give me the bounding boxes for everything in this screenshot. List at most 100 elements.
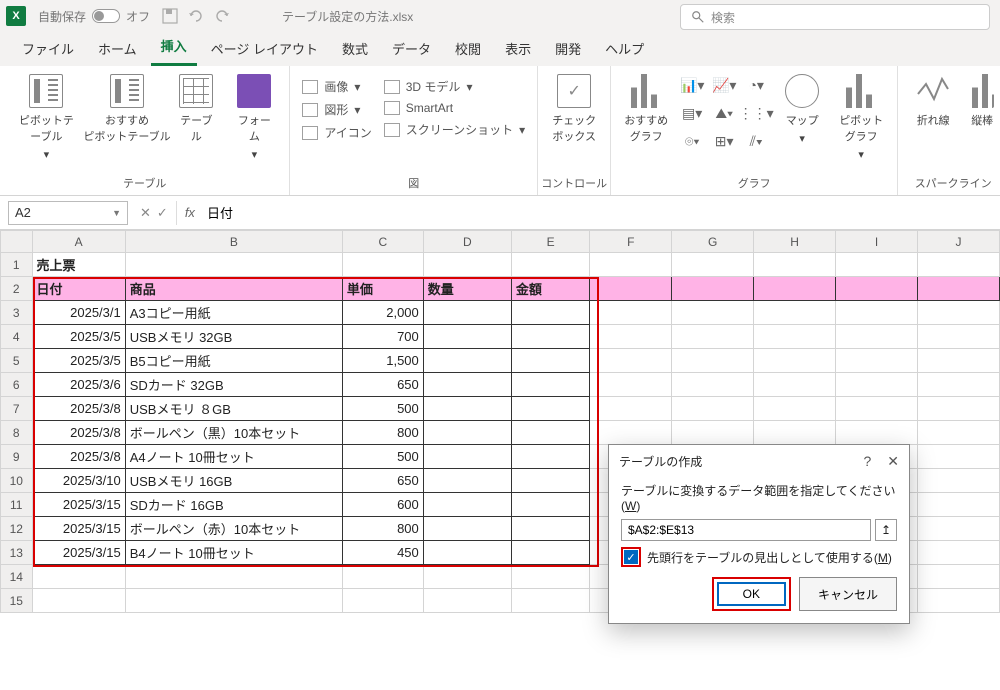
row-header-4[interactable]: 4 <box>1 325 33 349</box>
tab-ヘルプ[interactable]: ヘルプ <box>595 33 654 66</box>
recommended-pivot-button[interactable]: おすすめ ピボットテーブル <box>89 72 166 146</box>
cell-A10[interactable]: 2025/3/10 <box>32 469 125 493</box>
cell-H5[interactable] <box>754 349 836 373</box>
map-button[interactable]: マップ▾ <box>775 72 829 147</box>
cell-C12[interactable]: 800 <box>342 517 423 541</box>
cell-D4[interactable] <box>423 325 511 349</box>
cell-J9[interactable] <box>918 445 1000 469</box>
area-chart-icon[interactable]: ⛰▾ <box>709 100 739 126</box>
pivot-chart-button[interactable]: ピボットグラフ▾ <box>833 72 889 163</box>
cell-H7[interactable] <box>754 397 836 421</box>
cell-F3[interactable] <box>590 301 672 325</box>
tab-データ[interactable]: データ <box>382 33 441 66</box>
cell-E11[interactable] <box>511 493 589 517</box>
tab-表示[interactable]: 表示 <box>495 33 541 66</box>
cell-F8[interactable] <box>590 421 672 445</box>
cell-C5[interactable]: 1,500 <box>342 349 423 373</box>
cell-H6[interactable] <box>754 373 836 397</box>
cell-A2[interactable]: 日付 <box>32 277 125 301</box>
tab-校閲[interactable]: 校閲 <box>445 33 491 66</box>
cell-I1[interactable] <box>836 253 918 277</box>
cell-J6[interactable] <box>918 373 1000 397</box>
shapes-button[interactable]: 図形 ▾ <box>298 99 375 120</box>
cell-C14[interactable] <box>342 565 423 589</box>
cell-J2[interactable] <box>918 277 1000 301</box>
cell-A8[interactable]: 2025/3/8 <box>32 421 125 445</box>
cell-E13[interactable] <box>511 541 589 565</box>
cell-A13[interactable]: 2025/3/15 <box>32 541 125 565</box>
dialog-close-icon[interactable]: ✕ <box>887 453 899 470</box>
row-header-15[interactable]: 15 <box>1 589 33 613</box>
col-header-F[interactable]: F <box>590 231 672 253</box>
cell-B6[interactable]: SDカード 32GB <box>125 373 342 397</box>
cell-F1[interactable] <box>590 253 672 277</box>
cell-J13[interactable] <box>918 541 1000 565</box>
undo-icon[interactable] <box>188 8 204 24</box>
cell-G2[interactable] <box>672 277 754 301</box>
cell-D14[interactable] <box>423 565 511 589</box>
sparkline-column-button[interactable]: 縦棒 <box>964 72 1000 130</box>
cell-D5[interactable] <box>423 349 511 373</box>
bar-chart-icon[interactable]: ▤▾ <box>677 100 707 126</box>
cell-D8[interactable] <box>423 421 511 445</box>
cancel-button[interactable]: キャンセル <box>799 577 897 611</box>
cell-C7[interactable]: 500 <box>342 397 423 421</box>
cell-B15[interactable] <box>125 589 342 613</box>
col-header-G[interactable]: G <box>672 231 754 253</box>
cell-C6[interactable]: 650 <box>342 373 423 397</box>
cell-E6[interactable] <box>511 373 589 397</box>
tab-ページ レイアウト[interactable]: ページ レイアウト <box>201 33 328 66</box>
cell-B10[interactable]: USBメモリ 16GB <box>125 469 342 493</box>
cell-H8[interactable] <box>754 421 836 445</box>
header-row-checkbox-label[interactable]: 先頭行をテーブルの見出しとして使用する(M) <box>647 549 892 566</box>
cell-F4[interactable] <box>590 325 672 349</box>
cell-C4[interactable]: 700 <box>342 325 423 349</box>
cell-J1[interactable] <box>918 253 1000 277</box>
cell-B1[interactable] <box>125 253 342 277</box>
row-header-8[interactable]: 8 <box>1 421 33 445</box>
cell-I8[interactable] <box>836 421 918 445</box>
sparkline-line-button[interactable]: 折れ線 <box>906 72 960 130</box>
ok-button[interactable]: OK <box>717 582 786 606</box>
cell-A6[interactable]: 2025/3/6 <box>32 373 125 397</box>
cell-E8[interactable] <box>511 421 589 445</box>
header-row-checkbox[interactable]: ✓ <box>624 550 638 564</box>
cell-B8[interactable]: ボールペン（黒）10本セット <box>125 421 342 445</box>
redo-icon[interactable] <box>214 8 230 24</box>
tab-挿入[interactable]: 挿入 <box>151 30 197 66</box>
cell-E2[interactable]: 金額 <box>511 277 589 301</box>
col-header-E[interactable]: E <box>511 231 589 253</box>
scatter-chart-icon[interactable]: ⋮⋮▾ <box>741 100 771 126</box>
cell-I5[interactable] <box>836 349 918 373</box>
checkbox-button[interactable]: チェック ボックス <box>546 72 602 146</box>
cell-A12[interactable]: 2025/3/15 <box>32 517 125 541</box>
cell-C13[interactable]: 450 <box>342 541 423 565</box>
save-icon[interactable] <box>162 8 178 24</box>
cell-E15[interactable] <box>511 589 589 613</box>
confirm-edit-icon[interactable]: ✓ <box>157 205 168 221</box>
cancel-edit-icon[interactable]: ✕ <box>140 205 151 221</box>
cell-I2[interactable] <box>836 277 918 301</box>
cell-G4[interactable] <box>672 325 754 349</box>
cell-B3[interactable]: A3コピー用紙 <box>125 301 342 325</box>
autosave-toggle[interactable]: 自動保存 オフ <box>38 8 150 25</box>
tab-ホーム[interactable]: ホーム <box>88 33 147 66</box>
cell-J14[interactable] <box>918 565 1000 589</box>
col-header-C[interactable]: C <box>342 231 423 253</box>
cell-G6[interactable] <box>672 373 754 397</box>
cell-I7[interactable] <box>836 397 918 421</box>
formula-input[interactable] <box>203 201 1000 225</box>
row-header-11[interactable]: 11 <box>1 493 33 517</box>
row-header-10[interactable]: 10 <box>1 469 33 493</box>
cell-C11[interactable]: 600 <box>342 493 423 517</box>
cell-A4[interactable]: 2025/3/5 <box>32 325 125 349</box>
smartart-button[interactable]: SmartArt <box>380 99 529 117</box>
cell-B9[interactable]: A4ノート 10冊セット <box>125 445 342 469</box>
cell-D12[interactable] <box>423 517 511 541</box>
cell-D1[interactable] <box>423 253 511 277</box>
stock-chart-icon[interactable]: ⌾▾ <box>677 128 707 154</box>
table-button[interactable]: テーブル <box>169 72 223 146</box>
row-header-13[interactable]: 13 <box>1 541 33 565</box>
cell-J7[interactable] <box>918 397 1000 421</box>
cell-H3[interactable] <box>754 301 836 325</box>
